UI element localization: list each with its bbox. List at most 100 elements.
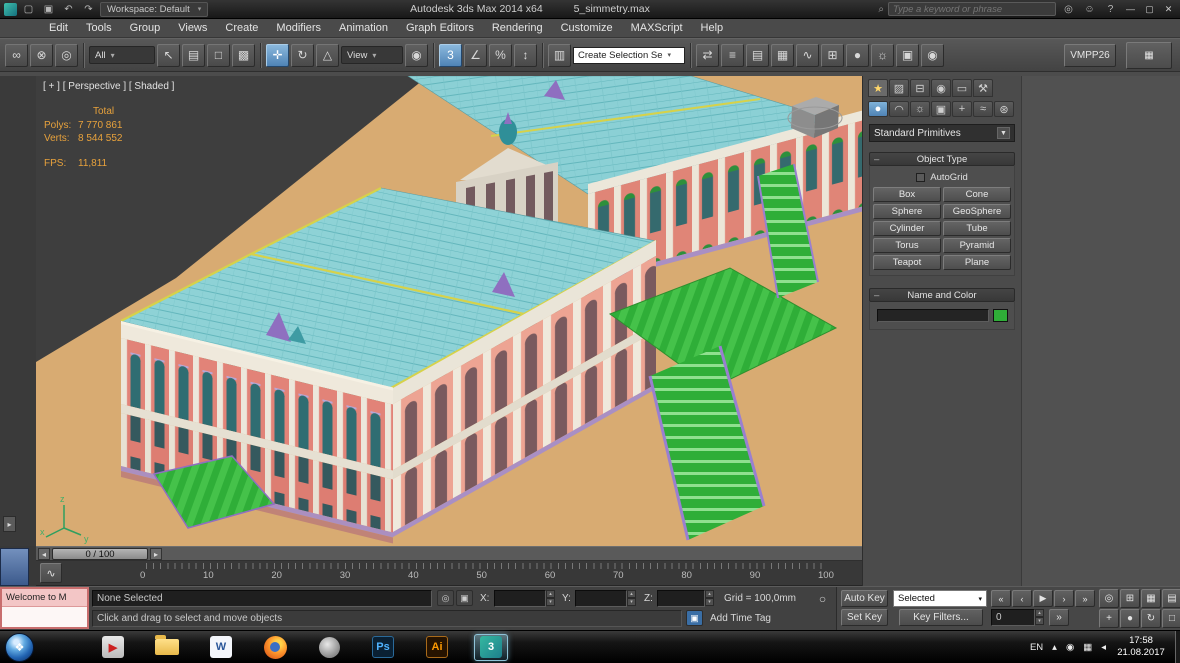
isolate-toggle-icon[interactable]: ○ xyxy=(814,591,831,607)
rendered-frame-icon[interactable]: ▣ xyxy=(896,44,919,67)
arc-rotate-icon[interactable]: ↻ xyxy=(1141,609,1161,628)
window-crossing-icon[interactable]: ▩ xyxy=(232,44,255,67)
tray-network-icon[interactable]: ▦ xyxy=(1083,642,1092,653)
pyramid-button[interactable]: Pyramid xyxy=(943,238,1011,253)
undo-icon[interactable]: ↶ xyxy=(60,2,77,16)
tray-expand-icon[interactable]: ▴ xyxy=(1052,642,1057,653)
torus-button[interactable]: Torus xyxy=(873,238,941,253)
previous-frame-button[interactable]: ‹ xyxy=(1012,590,1032,607)
z-coordinate-field[interactable] xyxy=(657,590,705,607)
binoculars-icon[interactable]: ◎ xyxy=(1060,2,1077,16)
tray-status-icon[interactable]: ◉ xyxy=(1066,642,1074,653)
menu-customize[interactable]: Customize xyxy=(552,19,622,38)
key-step-toggle[interactable]: » xyxy=(1049,609,1069,626)
box-button[interactable]: Box xyxy=(873,187,941,202)
y-coordinate-field[interactable] xyxy=(575,590,627,607)
previous-frame-arrow[interactable]: ◂ xyxy=(38,548,50,560)
viewport-label[interactable]: [ + ] [ Perspective ] [ Shaded ] xyxy=(43,81,175,92)
layer-manager-icon[interactable]: ▤ xyxy=(746,44,769,67)
menu-graph-editors[interactable]: Graph Editors xyxy=(397,19,483,38)
cylinder-button[interactable]: Cylinder xyxy=(873,221,941,236)
next-frame-button[interactable]: › xyxy=(1054,590,1074,607)
word-taskbar-icon[interactable]: W xyxy=(204,634,238,661)
tab-hierarchy[interactable]: ⊟ xyxy=(910,79,930,97)
reference-coordinate-dropdown[interactable]: View▾ xyxy=(341,46,403,64)
save-file-icon[interactable]: ▣ xyxy=(40,2,57,16)
set-key-button[interactable]: Set Key xyxy=(841,609,888,626)
rectangular-region-icon[interactable]: □ xyxy=(207,44,230,67)
menu-create[interactable]: Create xyxy=(216,19,267,38)
perspective-viewport[interactable]: z x y [ + ] [ Perspective ] [ Shaded ] T… xyxy=(36,76,862,546)
category-systems-icon[interactable]: ⊛ xyxy=(994,101,1014,117)
show-desktop-button[interactable] xyxy=(1175,631,1180,663)
category-shapes-icon[interactable]: ◠ xyxy=(889,101,909,117)
menu-modifiers[interactable]: Modifiers xyxy=(267,19,330,38)
language-indicator[interactable]: EN xyxy=(1030,642,1043,653)
open-file-icon[interactable]: ▢ xyxy=(20,2,37,16)
z-spinner[interactable]: ▴▾ xyxy=(705,590,714,606)
3dsmax-taskbar-icon[interactable]: 3 xyxy=(474,634,508,661)
y-spinner[interactable]: ▴▾ xyxy=(627,590,636,606)
object-type-rollout-header[interactable]: – Object Type xyxy=(869,152,1015,166)
zoom-icon[interactable]: ◎ xyxy=(1099,589,1119,608)
media-player-taskbar-icon[interactable]: ▶ xyxy=(96,634,130,661)
percent-snap-icon[interactable]: % xyxy=(489,44,512,67)
geometry-category-dropdown[interactable]: Standard Primitives ▼ xyxy=(869,124,1015,142)
cone-button[interactable]: Cone xyxy=(943,187,1011,202)
menu-edit[interactable]: Edit xyxy=(40,19,77,38)
plane-button[interactable]: Plane xyxy=(943,255,1011,270)
select-and-link-icon[interactable]: ∞ xyxy=(5,44,28,67)
frame-spinner[interactable]: ▴▾ xyxy=(1035,609,1044,625)
workspace-dropdown[interactable]: Workspace: Default ▾ xyxy=(100,2,208,17)
category-cameras-icon[interactable]: ▣ xyxy=(931,101,951,117)
pan-icon[interactable]: + xyxy=(1099,609,1119,628)
track-bar[interactable]: ∿ 0 10 20 30 40 50 60 70 80 90 100 xyxy=(36,561,862,586)
spinner-snap-icon[interactable]: ↕ xyxy=(514,44,537,67)
key-filters-button[interactable]: Key Filters... xyxy=(899,609,983,626)
unlink-selection-icon[interactable]: ⊗ xyxy=(30,44,53,67)
geosphere-button[interactable]: GeoSphere xyxy=(943,204,1011,219)
maximize-viewport-icon[interactable]: □ xyxy=(1162,609,1180,628)
tab-create[interactable]: ★ xyxy=(868,79,888,97)
go-to-start-button[interactable]: « xyxy=(991,590,1011,607)
menu-tools[interactable]: Tools xyxy=(77,19,121,38)
play-button[interactable]: ▶ xyxy=(1033,590,1053,607)
time-tag-icon[interactable]: ▣ xyxy=(686,610,703,626)
maximize-button[interactable]: ▢ xyxy=(1142,3,1157,16)
search-input[interactable] xyxy=(888,2,1056,16)
angle-snap-icon[interactable]: ∠ xyxy=(464,44,487,67)
utility-taskbar-icon[interactable] xyxy=(312,634,346,661)
tab-utilities[interactable]: ⚒ xyxy=(973,79,993,97)
select-and-scale-icon[interactable]: △ xyxy=(316,44,339,67)
sphere-button[interactable]: Sphere xyxy=(873,204,941,219)
tab-display[interactable]: ▭ xyxy=(952,79,972,97)
name-color-rollout-header[interactable]: – Name and Color xyxy=(869,288,1015,302)
explorer-taskbar-icon[interactable] xyxy=(150,634,184,661)
minimized-window-thumbnail[interactable] xyxy=(0,548,29,586)
close-button[interactable]: ✕ xyxy=(1161,3,1176,16)
curve-editor-icon[interactable]: ∿ xyxy=(796,44,819,67)
add-time-tag-label[interactable]: Add Time Tag xyxy=(710,613,771,624)
menu-maxscript[interactable]: MAXScript xyxy=(622,19,692,38)
pin-selection-icon[interactable]: ◎ xyxy=(437,590,454,606)
go-to-end-button[interactable]: » xyxy=(1075,590,1095,607)
tab-motion[interactable]: ◉ xyxy=(931,79,951,97)
menu-views[interactable]: Views xyxy=(169,19,216,38)
toolbar-grid-icon[interactable]: ▦ xyxy=(1126,42,1172,69)
category-spacewarps-icon[interactable]: ≈ xyxy=(973,101,993,117)
zoom-all-icon[interactable]: ⊞ xyxy=(1120,589,1140,608)
schematic-view-icon[interactable]: ⊞ xyxy=(821,44,844,67)
tube-button[interactable]: Tube xyxy=(943,221,1011,236)
align-icon[interactable]: ≡ xyxy=(721,44,744,67)
x-coordinate-field[interactable] xyxy=(494,590,546,607)
select-and-move-icon[interactable]: ✛ xyxy=(266,44,289,67)
welcome-window[interactable]: Welcome to M xyxy=(0,587,89,629)
bind-to-space-warp-icon[interactable]: ◎ xyxy=(55,44,78,67)
mini-curve-editor-button[interactable]: ∿ xyxy=(40,563,62,583)
tray-volume-icon[interactable]: ◂ xyxy=(1101,642,1106,653)
taskbar-clock[interactable]: 17:58 21.08.2017 xyxy=(1110,635,1172,659)
next-frame-arrow[interactable]: ▸ xyxy=(150,548,162,560)
selection-filter-dropdown[interactable]: All▾ xyxy=(89,46,155,64)
teapot-button[interactable]: Teapot xyxy=(873,255,941,270)
max-logo-icon[interactable] xyxy=(4,3,17,16)
